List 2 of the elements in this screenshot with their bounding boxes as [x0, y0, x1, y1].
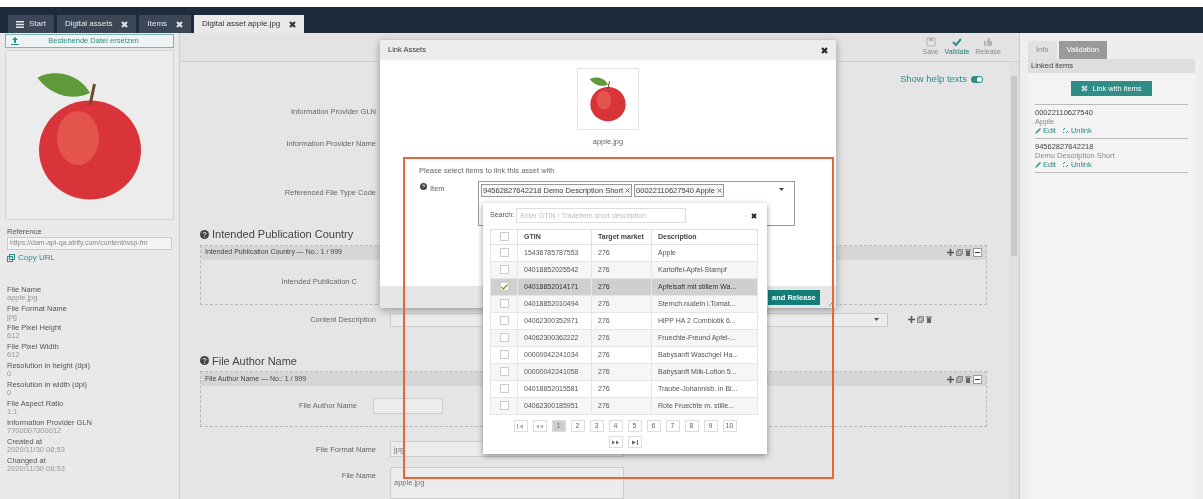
section-heading: File Author Name [200, 352, 297, 369]
section-heading: Intended Publication Country [200, 226, 354, 243]
